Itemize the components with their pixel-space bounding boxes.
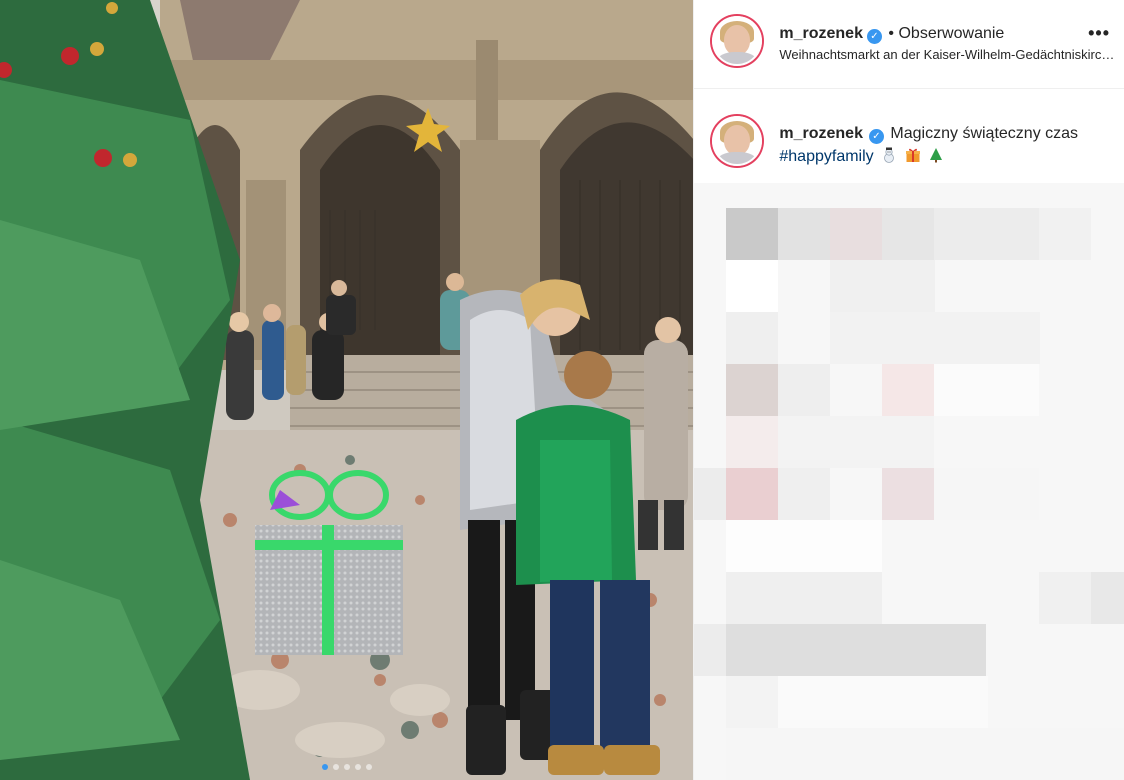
- photo-illustration: [0, 0, 694, 780]
- verified-badge-icon: ✓: [868, 129, 884, 144]
- blurred-comments-area: [694, 183, 1124, 780]
- avatar[interactable]: [712, 16, 763, 66]
- post-header: m_rozenek ✓ • Obserwowanie Weihnachtsmark…: [694, 0, 1124, 89]
- username-link[interactable]: m_rozenek: [779, 25, 863, 42]
- more-options-icon[interactable]: •••: [1088, 24, 1110, 42]
- caption-avatar[interactable]: [712, 116, 763, 166]
- snowman-icon: [884, 147, 895, 163]
- carousel-dot-active[interactable]: [321, 764, 328, 770]
- gift-icon: [905, 148, 920, 162]
- caption-username-link[interactable]: m_rozenek: [779, 125, 863, 142]
- verified-badge-icon: ✓: [866, 29, 882, 44]
- location-link[interactable]: Weihnachtsmarkt an der Kaiser-Wilhelm-Ge…: [779, 47, 1114, 62]
- carousel-dot[interactable]: [343, 764, 350, 770]
- header-user-line: m_rozenek ✓ • Obserwowanie: [779, 25, 1004, 44]
- christmas-tree-icon: [930, 148, 943, 163]
- carousel-dot[interactable]: [354, 764, 361, 770]
- carousel-dot[interactable]: [332, 764, 339, 770]
- caption: m_rozenek ✓ Magiczny świąteczny czas #hap…: [779, 122, 1099, 168]
- post-photo[interactable]: [0, 0, 694, 780]
- separator: •: [888, 25, 895, 42]
- hashtag-link[interactable]: #happyfamily: [779, 148, 873, 165]
- carousel-indicator[interactable]: [0, 764, 693, 770]
- post-side-panel: m_rozenek ✓ • Obserwowanie Weihnachtsmark…: [693, 0, 1124, 780]
- follow-status-button[interactable]: Obserwowanie: [898, 25, 1004, 42]
- instagram-post: m_rozenek ✓ • Obserwowanie Weihnachtsmark…: [0, 0, 1124, 780]
- caption-text: Magiczny świąteczny czas: [890, 125, 1079, 142]
- carousel-dot[interactable]: [365, 764, 372, 770]
